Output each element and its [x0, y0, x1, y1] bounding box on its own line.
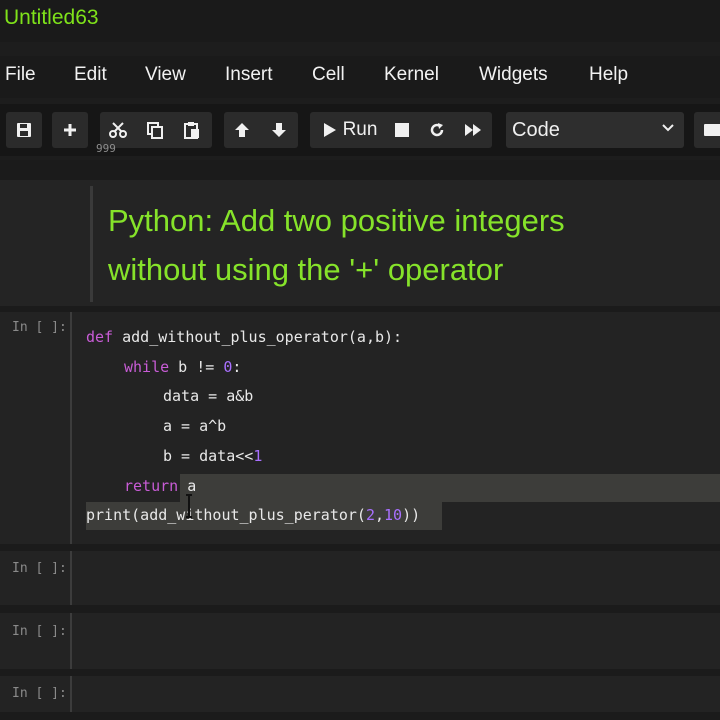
markdown-line-1: Python: Add two positive integers — [108, 203, 565, 238]
text-cursor-icon — [186, 494, 192, 518]
save-button[interactable] — [6, 112, 42, 148]
interrupt-button[interactable] — [386, 112, 418, 148]
code-line-7[interactable]: print(add_without_plus_perator(2,10)) — [86, 506, 420, 524]
menu-widgets[interactable]: Widgets — [479, 64, 548, 86]
add-cell-button[interactable] — [52, 112, 88, 148]
copy-icon — [147, 122, 163, 139]
menu-insert[interactable]: Insert — [225, 64, 273, 86]
save-icon — [17, 123, 31, 137]
empty-cell-input-border — [70, 676, 72, 712]
code-line-1[interactable]: def add_without_plus_operator(a,b): — [86, 328, 402, 346]
run-button[interactable]: Run — [316, 112, 384, 148]
menu-kernel[interactable]: Kernel — [384, 64, 439, 86]
plus-icon — [64, 124, 76, 136]
fast-forward-icon — [465, 124, 481, 136]
paste-icon — [184, 122, 199, 139]
menu-file[interactable]: File — [5, 64, 36, 86]
empty-code-cell[interactable] — [0, 676, 720, 712]
play-icon — [323, 123, 336, 137]
previous-output-text: 999 — [96, 142, 116, 155]
arrow-down-icon — [272, 123, 286, 137]
empty-cell-prompt: In [ ]: — [12, 624, 67, 639]
menu-view[interactable]: View — [145, 64, 186, 86]
code-line-2[interactable]: while b != 0: — [124, 358, 241, 376]
empty-code-cell[interactable] — [0, 551, 720, 605]
empty-cell-prompt: In [ ]: — [12, 686, 67, 701]
code-line-3[interactable]: data = a&b — [163, 387, 253, 405]
empty-code-cell[interactable] — [0, 613, 720, 669]
keyboard-icon — [704, 124, 720, 136]
paste-button[interactable] — [174, 112, 210, 148]
title-bar: Untitled63 — [0, 0, 720, 42]
restart-button[interactable] — [420, 112, 454, 148]
menu-edit[interactable]: Edit — [74, 64, 107, 86]
run-button-group: Run — [310, 112, 492, 148]
empty-cell-prompt: In [ ]: — [12, 561, 67, 576]
command-palette-button[interactable] — [694, 112, 720, 148]
copy-button[interactable] — [137, 112, 173, 148]
edit-button-group — [100, 112, 212, 148]
restart-run-all-button[interactable] — [456, 112, 490, 148]
stop-icon — [395, 123, 409, 137]
empty-cell-input-border — [70, 551, 72, 605]
move-button-group — [224, 112, 298, 148]
move-down-button[interactable] — [261, 112, 297, 148]
selection-highlight — [180, 474, 720, 502]
empty-cell-input-border — [70, 613, 72, 669]
arrow-up-icon — [235, 123, 249, 137]
markdown-heading: Python: Add two positive integers withou… — [108, 196, 708, 294]
menu-bar: File Edit View Insert Cell Kernel Widget… — [0, 56, 720, 98]
code-line-6[interactable]: return a — [124, 477, 196, 495]
run-label: Run — [342, 119, 378, 140]
code-line-4[interactable]: a = a^b — [163, 417, 226, 435]
menu-help[interactable]: Help — [589, 64, 628, 86]
cell-type-select[interactable]: Code — [506, 112, 684, 148]
menu-cell[interactable]: Cell — [312, 64, 345, 86]
code-line-5[interactable]: b = data<<1 — [163, 447, 262, 465]
scissors-icon — [109, 122, 127, 138]
code-cell-input-border — [70, 312, 72, 544]
code-cell-prompt: In [ ]: — [12, 320, 67, 335]
notebook-title[interactable]: Untitled63 — [4, 6, 99, 30]
markdown-line-2: without using the '+' operator — [108, 252, 504, 287]
move-up-button[interactable] — [224, 112, 260, 148]
chevron-down-icon — [662, 124, 674, 132]
markdown-cell-border — [90, 186, 93, 302]
cell-type-value: Code — [512, 119, 560, 141]
refresh-icon — [430, 123, 444, 137]
